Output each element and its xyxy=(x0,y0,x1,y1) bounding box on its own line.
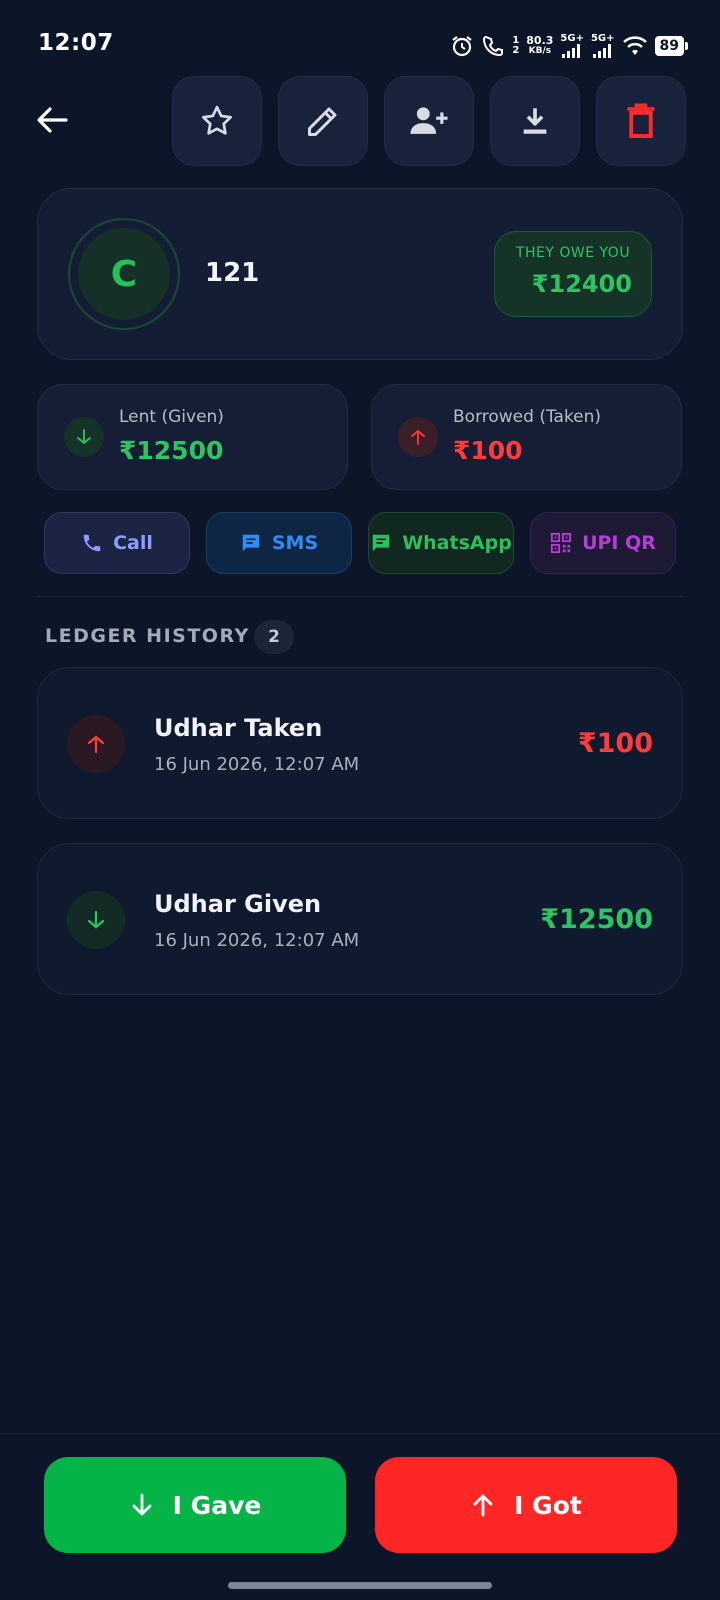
message-icon xyxy=(242,534,260,552)
ledger-entry-title: Udhar Given xyxy=(154,890,322,918)
network-speed: 80.3 KB/s xyxy=(526,34,554,56)
battery-indicator: 89 xyxy=(654,36,689,56)
bottom-divider xyxy=(0,1433,720,1434)
ledger-history-title: LEDGER HISTORY xyxy=(45,625,250,647)
edit-button[interactable] xyxy=(278,76,368,166)
person-add-icon xyxy=(410,107,448,134)
ledger-entry-amount: ₹12500 xyxy=(540,904,653,935)
balance-label: THEY OWE YOU xyxy=(515,245,631,261)
contact-name: 121 xyxy=(205,258,260,288)
avatar-initial: C xyxy=(78,228,170,320)
back-button[interactable] xyxy=(30,98,74,142)
arrow-down-icon xyxy=(64,417,104,457)
avatar: C xyxy=(68,218,180,330)
arrow-left-icon xyxy=(37,107,68,133)
call-label: Call xyxy=(113,532,153,554)
qr-code-icon xyxy=(550,532,572,554)
alarm-icon xyxy=(450,34,474,58)
chat-icon xyxy=(372,534,390,552)
i-gave-button[interactable]: I Gave xyxy=(44,1457,346,1553)
sms-label: SMS xyxy=(271,532,319,554)
home-indicator[interactable] xyxy=(228,1582,492,1589)
divider xyxy=(37,596,683,597)
ledger-entry-title: Udhar Taken xyxy=(154,714,323,742)
download-icon xyxy=(523,108,547,134)
download-button[interactable] xyxy=(490,76,580,166)
call-button[interactable]: Call xyxy=(44,512,190,574)
ledger-count-badge: 2 xyxy=(254,620,294,654)
pencil-icon xyxy=(308,107,337,136)
arrow-up-icon xyxy=(67,715,125,773)
signal-bars-icon xyxy=(562,44,581,58)
whatsapp-label: WhatsApp xyxy=(402,532,512,554)
arrow-down-icon xyxy=(67,891,125,949)
borrowed-label: Borrowed (Taken) xyxy=(453,407,602,427)
favorite-button[interactable] xyxy=(172,76,262,166)
signal-bars-icon xyxy=(592,44,611,58)
i-got-label: I Got xyxy=(514,1490,582,1520)
status-icons: 12 80.3 KB/s 5G+ 5G+ 89 xyxy=(450,34,689,58)
signal-sim2: 5G+ xyxy=(591,34,615,58)
i-gave-label: I Gave xyxy=(172,1490,262,1520)
sms-button[interactable]: SMS xyxy=(206,512,352,574)
wifi-icon xyxy=(622,35,648,57)
signal-sim1: 5G+ xyxy=(560,34,584,58)
wifi-call-icon xyxy=(481,34,505,58)
arrow-up-icon xyxy=(398,417,438,457)
add-contact-button[interactable] xyxy=(384,76,474,166)
status-time: 12:07 xyxy=(38,30,114,56)
upi-qr-label: UPI QR xyxy=(582,532,656,554)
star-icon xyxy=(202,105,232,135)
lent-amount: ₹12500 xyxy=(119,436,224,465)
ledger-entry-amount: ₹100 xyxy=(577,728,653,759)
lent-label: Lent (Given) xyxy=(119,407,224,427)
upi-qr-button[interactable]: UPI QR xyxy=(530,512,676,574)
i-got-button[interactable]: I Got xyxy=(375,1457,677,1553)
borrowed-amount: ₹100 xyxy=(453,436,523,465)
call-sim-indicator: 12 xyxy=(512,35,520,56)
arrow-down-icon xyxy=(132,1493,152,1516)
arrow-up-icon xyxy=(473,1494,493,1517)
balance-amount: ₹12400 xyxy=(531,270,632,298)
phone-icon xyxy=(83,534,101,552)
trash-icon xyxy=(627,103,655,138)
whatsapp-button[interactable]: WhatsApp xyxy=(368,512,514,574)
ledger-entry-date: 16 Jun 2026, 12:07 AM xyxy=(154,930,360,951)
delete-button[interactable] xyxy=(596,76,686,166)
ledger-entry-date: 16 Jun 2026, 12:07 AM xyxy=(154,754,360,775)
